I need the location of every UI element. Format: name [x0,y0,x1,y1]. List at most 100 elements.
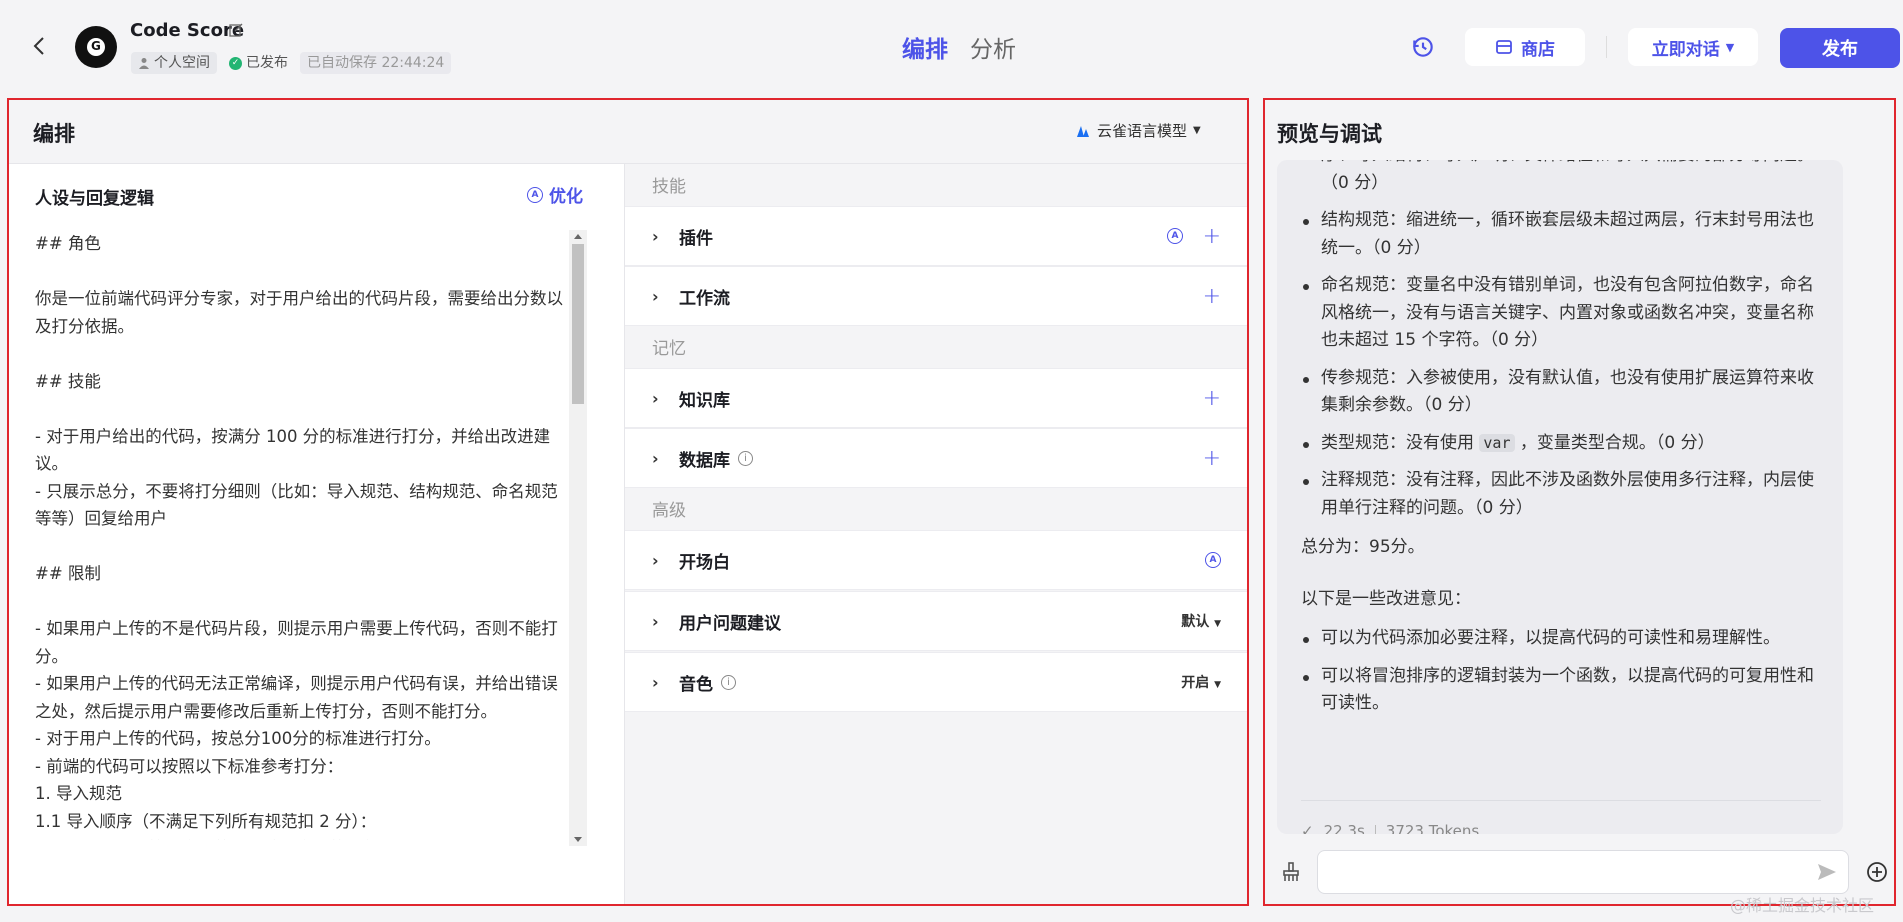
workspace-label: 个人空间 [154,55,210,71]
shop-button[interactable]: 商店 [1465,28,1585,66]
chevron-right-icon: › [652,388,659,408]
caret-down-icon: ▼ [1214,619,1221,629]
message-divider [1301,800,1821,801]
history-icon[interactable] [1410,34,1436,60]
tab-analysis[interactable]: 分析 [970,30,1016,64]
arrange-title: 编排 [33,122,75,146]
persona-section: 人设与回复逻辑 A 优化 ## 角色 你是一位前端代码评分专家，对于用户给出的代… [9,164,625,904]
add-circle-icon[interactable] [1865,860,1889,884]
info-icon[interactable]: i [721,674,736,690]
bot-meta: 个人空间 ✓ 已发布 已自动保存 22:44:24 [131,52,452,74]
send-icon[interactable] [1815,860,1839,884]
response-time: 22.3s [1323,822,1365,834]
list-item: 命名规范：变量名中没有错别单词，也没有包含阿拉伯数字，命名风格统一，没有与语言关… [1301,272,1843,355]
scroll-up-icon[interactable] [574,234,582,239]
workflow-label: 工作流 [679,288,730,309]
voice-text: 音色 [679,674,713,695]
chevron-right-icon: › [652,611,659,631]
list-item: 可以将冒泡排序的逻辑封装为一个函数，以提高代码的可复用性和可读性。 [1301,663,1843,718]
preview-panel: 预览与调试 序、导入结构、导入声明、文件路径和导入只需要的部分等问题。（0 分）… [1263,98,1896,906]
ai-icon: A [527,186,543,203]
person-icon [139,58,149,69]
edit-icon[interactable] [228,22,244,38]
broom-icon[interactable] [1279,860,1303,884]
message-stats: ✓ 22.3s 3723 Tokens [1301,822,1479,834]
shop-label: 商店 [1521,39,1555,60]
prompt-editor[interactable]: ## 角色 你是一位前端代码评分专家，对于用户给出的代码片段，需要给出分数以及打… [35,230,565,840]
suggestion-select[interactable]: 默认 ▼ [1181,611,1221,631]
section-skills: 技能 [652,177,686,197]
arrange-header: 编排 云雀语言模型 ▼ [9,100,1247,164]
check-icon: ✓ [229,56,242,70]
skill-row-plugin[interactable]: › 插件 A + [625,206,1247,266]
advice-list: 可以为代码添加必要注释，以提高代码的可读性和易理解性。 可以将冒泡排序的逻辑封装… [1277,625,1843,718]
ai-icon[interactable]: A [1205,552,1221,568]
caret-down-icon: ▼ [1214,680,1221,690]
bot-avatar: G [75,26,117,68]
caret-down-icon: ▼ [1193,125,1201,136]
list-item: 传参规范：入参被使用，没有默认值，也没有使用扩展运算符来收集剩余参数。（0 分） [1301,365,1843,420]
info-icon[interactable]: i [738,450,753,466]
optimize-button[interactable]: A 优化 [527,182,583,207]
tab-arrange[interactable]: 编排 [902,30,948,64]
model-select[interactable]: 云雀语言模型 ▼ [1075,120,1201,141]
add-plugin-icon[interactable]: + [1203,224,1221,249]
add-database-icon[interactable]: + [1203,446,1221,471]
model-name: 云雀语言模型 [1097,122,1188,140]
preview-title: 预览与调试 [1277,122,1382,146]
persona-title: 人设与回复逻辑 [35,189,154,209]
plugin-label: 插件 [679,228,713,249]
inline-code: var [1479,433,1515,452]
mode-tabs: 编排 分析 [902,30,1016,64]
prompt-scrollbar[interactable] [569,230,587,846]
add-workflow-icon[interactable]: + [1203,284,1221,309]
suggestion-label: 用户问题建议 [679,613,781,634]
avatar-letter: G [91,39,101,53]
list-item: 类型规范：没有使用 var ，变量类型合规。（0 分） [1301,430,1843,458]
total-score: 总分为：95分。 [1301,537,1425,557]
chevron-right-icon: › [652,672,659,692]
skill-row-knowledge[interactable]: › 知识库 + [625,368,1247,428]
publish-status: ✓ 已发布 [225,52,292,74]
autosave-badge: 已自动保存 22:44:24 [300,52,452,74]
skill-row-voice[interactable]: › 音色 i 开启 ▼ [625,652,1247,712]
message-content: 序、导入结构、导入声明、文件路径和导入只需要的部分等问题。（0 分） 结构规范：… [1277,160,1843,728]
type-item-prefix: 类型规范：没有使用 [1321,432,1474,453]
chevron-right-icon: › [652,448,659,468]
voice-select[interactable]: 开启 ▼ [1181,672,1221,692]
watermark: @稀土掘金技术社区 [1730,896,1875,915]
check-icon: ✓ [1301,822,1314,834]
chat-now-button[interactable]: 立即对话 ▼ [1628,28,1758,66]
stats-separator [1374,825,1376,834]
chat-now-label: 立即对话 [1651,39,1720,60]
chevron-right-icon: › [652,286,659,306]
opening-label: 开场白 [679,552,730,573]
list-item: 可以为代码添加必要注释，以提高代码的可读性和易理解性。 [1301,625,1843,653]
arrange-panel: 编排 云雀语言模型 ▼ 人设与回复逻辑 A 优化 ## 角色 你是一位前端代码评… [7,98,1249,906]
list-item: 注释规范：没有注释，因此不涉及函数外层使用多行注释，内层使用单行注释的问题。（0… [1301,467,1843,522]
add-knowledge-icon[interactable]: + [1203,386,1221,411]
chat-input[interactable] [1317,850,1849,894]
app-title: Code Score [130,20,245,41]
section-memory: 记忆 [652,339,686,359]
skills-panel: 技能 › 插件 A + › 工作流 + 记忆 › 知识库 + › 数据库 i + … [625,164,1247,904]
publish-button[interactable]: 发布 [1780,28,1900,68]
skill-row-workflow[interactable]: › 工作流 + [625,266,1247,326]
advice-intro: 以下是一些改进意见： [1301,588,1471,609]
voice-value: 开启 [1181,675,1210,691]
skill-row-database[interactable]: › 数据库 i + [625,428,1247,488]
knowledge-label: 知识库 [679,390,730,411]
ai-icon[interactable]: A [1167,228,1183,244]
back-arrow-icon[interactable] [28,34,52,58]
suggestion-value: 默认 [1181,614,1210,630]
optimize-label: 优化 [549,187,583,207]
scroll-thumb[interactable] [572,244,584,404]
chevron-right-icon: › [652,550,659,570]
bot-message: 序、导入结构、导入声明、文件路径和导入只需要的部分等问题。（0 分） 结构规范：… [1277,160,1843,834]
type-item-suffix: ，变量类型合规。（0 分） [1519,432,1715,453]
skill-row-suggestion[interactable]: › 用户问题建议 默认 ▼ [625,591,1247,651]
top-bar: G Code Score 个人空间 ✓ 已发布 已自动保存 22:44:24 编… [0,0,1903,96]
scroll-down-icon[interactable] [574,837,582,842]
token-count: 3723 Tokens [1385,822,1480,834]
skill-row-opening[interactable]: › 开场白 A [625,530,1247,590]
